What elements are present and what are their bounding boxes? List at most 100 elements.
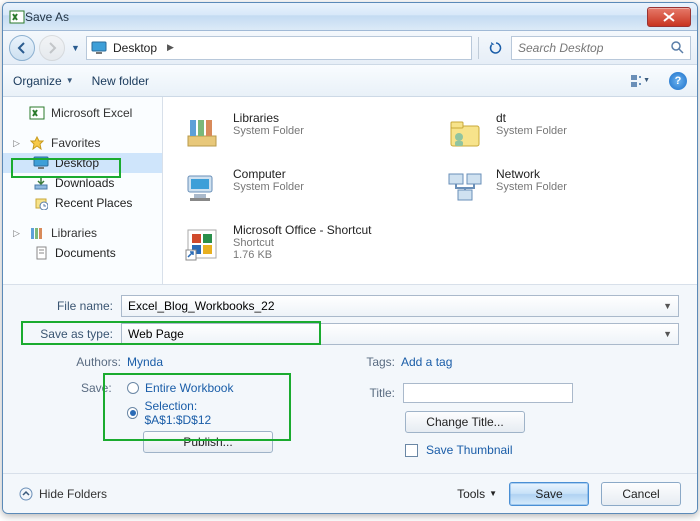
- item-dt[interactable]: dt System Folder: [440, 107, 683, 157]
- navigation-pane: Microsoft Excel ▷ Favorites Desktop: [3, 97, 163, 284]
- address-bar: ▼ Desktop ▶ Search Desktop: [3, 31, 697, 65]
- nav-libraries-label: Libraries: [51, 226, 97, 240]
- item-name: Libraries: [233, 111, 304, 125]
- breadcrumb[interactable]: Desktop ▶: [86, 36, 472, 60]
- tools-label: Tools: [457, 487, 485, 501]
- computer-icon: [181, 167, 223, 209]
- nav-desktop[interactable]: Desktop: [3, 153, 162, 173]
- nav-recent-places[interactable]: Recent Places: [3, 193, 162, 213]
- change-title-button[interactable]: Change Title...: [405, 411, 525, 433]
- radio-entire-label: Entire Workbook: [145, 381, 233, 395]
- item-libraries[interactable]: Libraries System Folder: [177, 107, 420, 157]
- item-sub: System Folder: [496, 125, 567, 137]
- save-label: Save: [535, 487, 562, 501]
- filename-label: File name:: [21, 299, 121, 313]
- item-name: Computer: [233, 167, 304, 181]
- nav-favorites-label: Favorites: [51, 136, 100, 150]
- item-computer[interactable]: Computer System Folder: [177, 163, 420, 213]
- save-thumbnail-label: Save Thumbnail: [426, 443, 513, 457]
- search-box[interactable]: Search Desktop: [511, 36, 691, 60]
- breadcrumb-location: Desktop: [113, 41, 157, 55]
- lower-panel: File name: Excel_Blog_Workbooks_22 ▼ Sav…: [3, 284, 697, 473]
- item-sub: System Folder: [496, 181, 567, 193]
- item-name: dt: [496, 111, 567, 125]
- help-button[interactable]: ?: [669, 72, 687, 90]
- downloads-icon: [33, 175, 49, 191]
- refresh-button[interactable]: [485, 37, 507, 59]
- excel-icon: [9, 9, 25, 25]
- radio-selection[interactable]: [127, 407, 138, 419]
- forward-button[interactable]: [39, 35, 65, 61]
- nav-history-dropdown[interactable]: ▼: [69, 35, 82, 61]
- item-office-shortcut[interactable]: Microsoft Office - Shortcut Shortcut 1.7…: [177, 219, 420, 269]
- item-name: Network: [496, 167, 567, 181]
- tools-button[interactable]: Tools ▼: [457, 487, 497, 501]
- cancel-button[interactable]: Cancel: [601, 482, 681, 506]
- back-button[interactable]: [9, 35, 35, 61]
- filename-input[interactable]: Excel_Blog_Workbooks_22 ▼: [121, 295, 679, 317]
- saveastype-value: Web Page: [128, 327, 184, 341]
- item-sub: System Folder: [233, 125, 304, 137]
- file-list[interactable]: Libraries System Folder dt System Folder: [163, 97, 697, 284]
- window-title: Save As: [25, 10, 647, 24]
- radio-entire-workbook[interactable]: [127, 382, 139, 394]
- nav-favorites[interactable]: ▷ Favorites: [3, 133, 162, 153]
- item-name: Microsoft Office - Shortcut: [233, 223, 372, 237]
- chevron-down-icon: ▼: [489, 489, 497, 498]
- breadcrumb-caret-icon[interactable]: ▶: [163, 42, 178, 53]
- documents-icon: [33, 245, 49, 261]
- organize-button[interactable]: Organize ▼: [13, 74, 74, 88]
- nav-downloads[interactable]: Downloads: [3, 173, 162, 193]
- nav-excel-label: Microsoft Excel: [51, 106, 132, 120]
- save-button[interactable]: Save: [509, 482, 589, 506]
- footer: Hide Folders Tools ▼ Save Cancel: [3, 473, 697, 513]
- recent-icon: [33, 195, 49, 211]
- nav-documents-label: Documents: [55, 246, 116, 260]
- tags-value[interactable]: Add a tag: [401, 355, 452, 369]
- chevron-up-icon: [19, 487, 33, 501]
- desktop-icon: [33, 155, 49, 171]
- item-network[interactable]: Network System Folder: [440, 163, 683, 213]
- save-as-dialog: Save As ▼ Desktop ▶ Search Desktop: [2, 2, 698, 514]
- user-folder-icon: [444, 111, 486, 153]
- nav-excel[interactable]: Microsoft Excel: [3, 103, 162, 123]
- save-scope-group: Save: Entire Workbook Selection: $A$1:$D…: [71, 375, 271, 459]
- view-options-button[interactable]: ▼: [629, 71, 651, 91]
- search-placeholder: Search Desktop: [518, 41, 603, 55]
- nav-recent-label: Recent Places: [55, 196, 132, 210]
- authors-label: Authors:: [61, 355, 121, 369]
- chevron-down-icon: ▼: [663, 301, 672, 311]
- change-title-label: Change Title...: [426, 415, 503, 429]
- item-size: 1.76 KB: [233, 249, 372, 261]
- title-label: Title:: [355, 386, 395, 400]
- organize-label: Organize: [13, 74, 62, 88]
- chevron-down-icon: ▼: [643, 77, 650, 84]
- authors-value[interactable]: Mynda: [127, 355, 163, 369]
- saveastype-select[interactable]: Web Page ▼: [121, 323, 679, 345]
- body: Microsoft Excel ▷ Favorites Desktop: [3, 97, 697, 284]
- chevron-down-icon: ▼: [66, 76, 74, 85]
- close-button[interactable]: [647, 7, 691, 27]
- nav-downloads-label: Downloads: [55, 176, 114, 190]
- nav-desktop-label: Desktop: [55, 156, 99, 170]
- nav-libraries[interactable]: ▷ Libraries: [3, 223, 162, 243]
- filename-value: Excel_Blog_Workbooks_22: [128, 299, 275, 313]
- title-input[interactable]: [403, 383, 573, 403]
- new-folder-button[interactable]: New folder: [92, 74, 149, 88]
- item-sub: Shortcut: [233, 237, 372, 249]
- hide-folders-button[interactable]: Hide Folders: [19, 487, 107, 501]
- libraries-icon: [29, 225, 45, 241]
- cancel-label: Cancel: [622, 487, 659, 501]
- toolbar: Organize ▼ New folder ▼ ?: [3, 65, 697, 97]
- excel-icon: [29, 105, 45, 121]
- title-bar: Save As: [3, 3, 697, 31]
- star-icon: [29, 135, 45, 151]
- search-icon: [671, 41, 684, 54]
- nav-documents[interactable]: Documents: [3, 243, 162, 263]
- radio-selection-label: Selection: $A$1:$D$12: [144, 399, 261, 427]
- twisty-icon: ▷: [13, 228, 23, 239]
- publish-button[interactable]: Publish...: [143, 431, 273, 453]
- item-sub: System Folder: [233, 181, 304, 193]
- save-thumbnail-checkbox[interactable]: [405, 444, 418, 457]
- libraries-icon: [181, 111, 223, 153]
